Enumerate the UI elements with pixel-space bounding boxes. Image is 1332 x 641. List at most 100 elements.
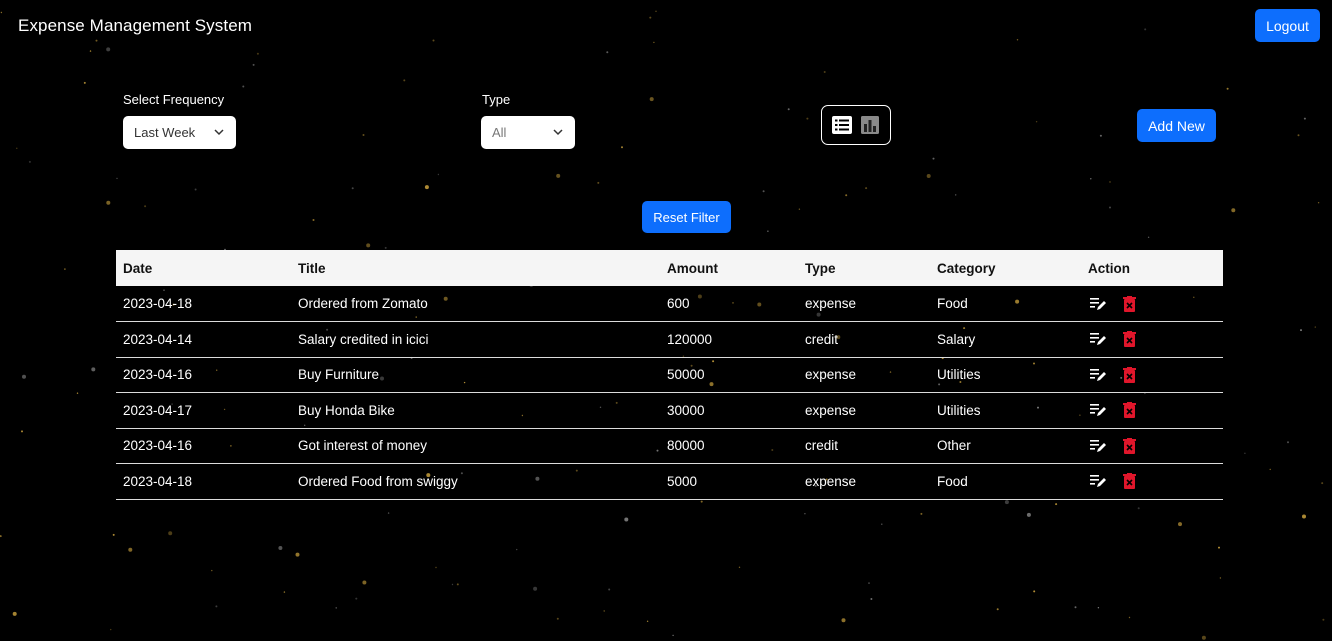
table-row: 2023-04-18 Ordered Food from swiggy 5000 ex…: [116, 463, 1223, 500]
list-icon: [832, 116, 852, 134]
star-dot: [608, 588, 611, 591]
star-dot: [700, 500, 703, 503]
star-dot: [516, 548, 518, 551]
star-dot: [798, 208, 801, 210]
cell-title: Ordered Food from swiggy: [291, 463, 660, 500]
star-dot: [787, 108, 790, 111]
delete-icon[interactable]: [1121, 402, 1138, 419]
star-dot: [252, 63, 255, 66]
cell-amount: 30000: [660, 392, 798, 429]
cell-type: credit: [798, 321, 930, 358]
cell-amount: 80000: [660, 428, 798, 464]
star-dot: [1178, 522, 1182, 527]
star-dot: [920, 512, 923, 515]
star-dot: [256, 52, 259, 55]
frequency-select[interactable]: Last Week: [123, 116, 236, 149]
edit-icon[interactable]: [1090, 473, 1107, 490]
star-dot: [597, 181, 600, 184]
row-actions: [1088, 295, 1223, 312]
star-dot: [1314, 326, 1317, 328]
star-dot: [12, 611, 17, 616]
cell-action: [1081, 286, 1223, 322]
star-dot: [28, 160, 31, 163]
star-dot: [606, 51, 609, 54]
cell-amount: 600: [660, 286, 798, 322]
star-dot: [1269, 468, 1271, 471]
star-dot: [621, 146, 623, 149]
star-dot: [1090, 178, 1092, 180]
list-view-button[interactable]: [831, 114, 853, 136]
table-row: 2023-04-18 Ordered from Zomato 600 expense F…: [116, 286, 1223, 322]
star-dot: [116, 177, 118, 180]
cell-category: Utilities: [930, 392, 1081, 429]
edit-icon[interactable]: [1090, 366, 1107, 383]
chart-view-button[interactable]: [859, 114, 881, 136]
star-dot: [451, 583, 454, 586]
star-dot: [76, 392, 79, 394]
star-dot: [456, 583, 459, 586]
cell-date: 2023-04-16: [116, 428, 291, 464]
edit-icon[interactable]: [1090, 402, 1107, 419]
star-dot: [1303, 117, 1306, 120]
app-root: Expense Management System Logout Select …: [0, 0, 1332, 641]
star-dot: [362, 580, 367, 585]
star-dot: [366, 243, 371, 248]
star-dot: [387, 512, 390, 514]
edit-icon[interactable]: [1090, 295, 1107, 312]
star-dot: [1297, 134, 1300, 137]
star-dot: [1287, 441, 1289, 444]
star-dot: [1322, 618, 1325, 621]
star-dot: [110, 628, 112, 631]
delete-icon[interactable]: [1121, 331, 1138, 348]
star-dot: [865, 187, 868, 190]
star-dot: [89, 50, 92, 52]
add-new-button[interactable]: Add New: [1137, 109, 1216, 142]
cell-date: 2023-04-16: [116, 357, 291, 393]
star-dot: [1231, 208, 1236, 213]
table-row: 2023-04-16 Buy Furniture 50000 expense Utili…: [116, 357, 1223, 393]
star-dot: [603, 610, 605, 612]
star-dot: [996, 608, 999, 611]
star-dot: [1137, 507, 1140, 510]
cell-action: [1081, 428, 1223, 464]
delete-icon[interactable]: [1121, 473, 1138, 490]
reset-filter-button[interactable]: Reset Filter: [642, 201, 731, 233]
cell-date: 2023-04-18: [116, 463, 291, 500]
cell-type: expense: [798, 463, 930, 500]
cell-category: Food: [930, 286, 1081, 322]
star-dot: [242, 85, 245, 88]
star-dot: [870, 598, 873, 600]
star-dot: [1055, 503, 1058, 506]
star-dot: [1026, 512, 1031, 517]
star-dot: [1109, 206, 1111, 209]
cell-category: Other: [930, 428, 1081, 464]
star-dot: [646, 620, 649, 622]
logout-button[interactable]: Logout: [1255, 9, 1320, 42]
star-dot: [194, 188, 197, 191]
star-dot: [1302, 514, 1306, 519]
star-dot: [868, 582, 870, 584]
edit-icon[interactable]: [1090, 331, 1107, 348]
star-dot: [16, 147, 18, 149]
star-dot: [556, 173, 561, 178]
delete-icon[interactable]: [1121, 295, 1138, 312]
transactions-table: Date Title Amount Type Category Action 2…: [116, 250, 1223, 500]
star-dot: [144, 205, 147, 208]
row-actions: [1088, 402, 1223, 419]
delete-icon[interactable]: [1121, 366, 1138, 383]
star-dot: [1097, 607, 1100, 609]
star-dot: [649, 97, 654, 102]
delete-icon[interactable]: [1121, 437, 1138, 454]
edit-icon[interactable]: [1090, 437, 1107, 454]
star-dot: [95, 39, 98, 42]
star-dot: [1109, 181, 1111, 183]
table-header-row: Date Title Amount Type Category Action: [116, 250, 1223, 286]
star-dot: [106, 47, 111, 52]
star-dot: [955, 194, 957, 196]
row-actions: [1088, 437, 1223, 454]
cell-category: Utilities: [930, 357, 1081, 393]
star-dot: [806, 117, 809, 120]
star-dot: [804, 513, 806, 515]
type-select[interactable]: All: [481, 116, 575, 149]
star-dot: [1004, 500, 1009, 505]
